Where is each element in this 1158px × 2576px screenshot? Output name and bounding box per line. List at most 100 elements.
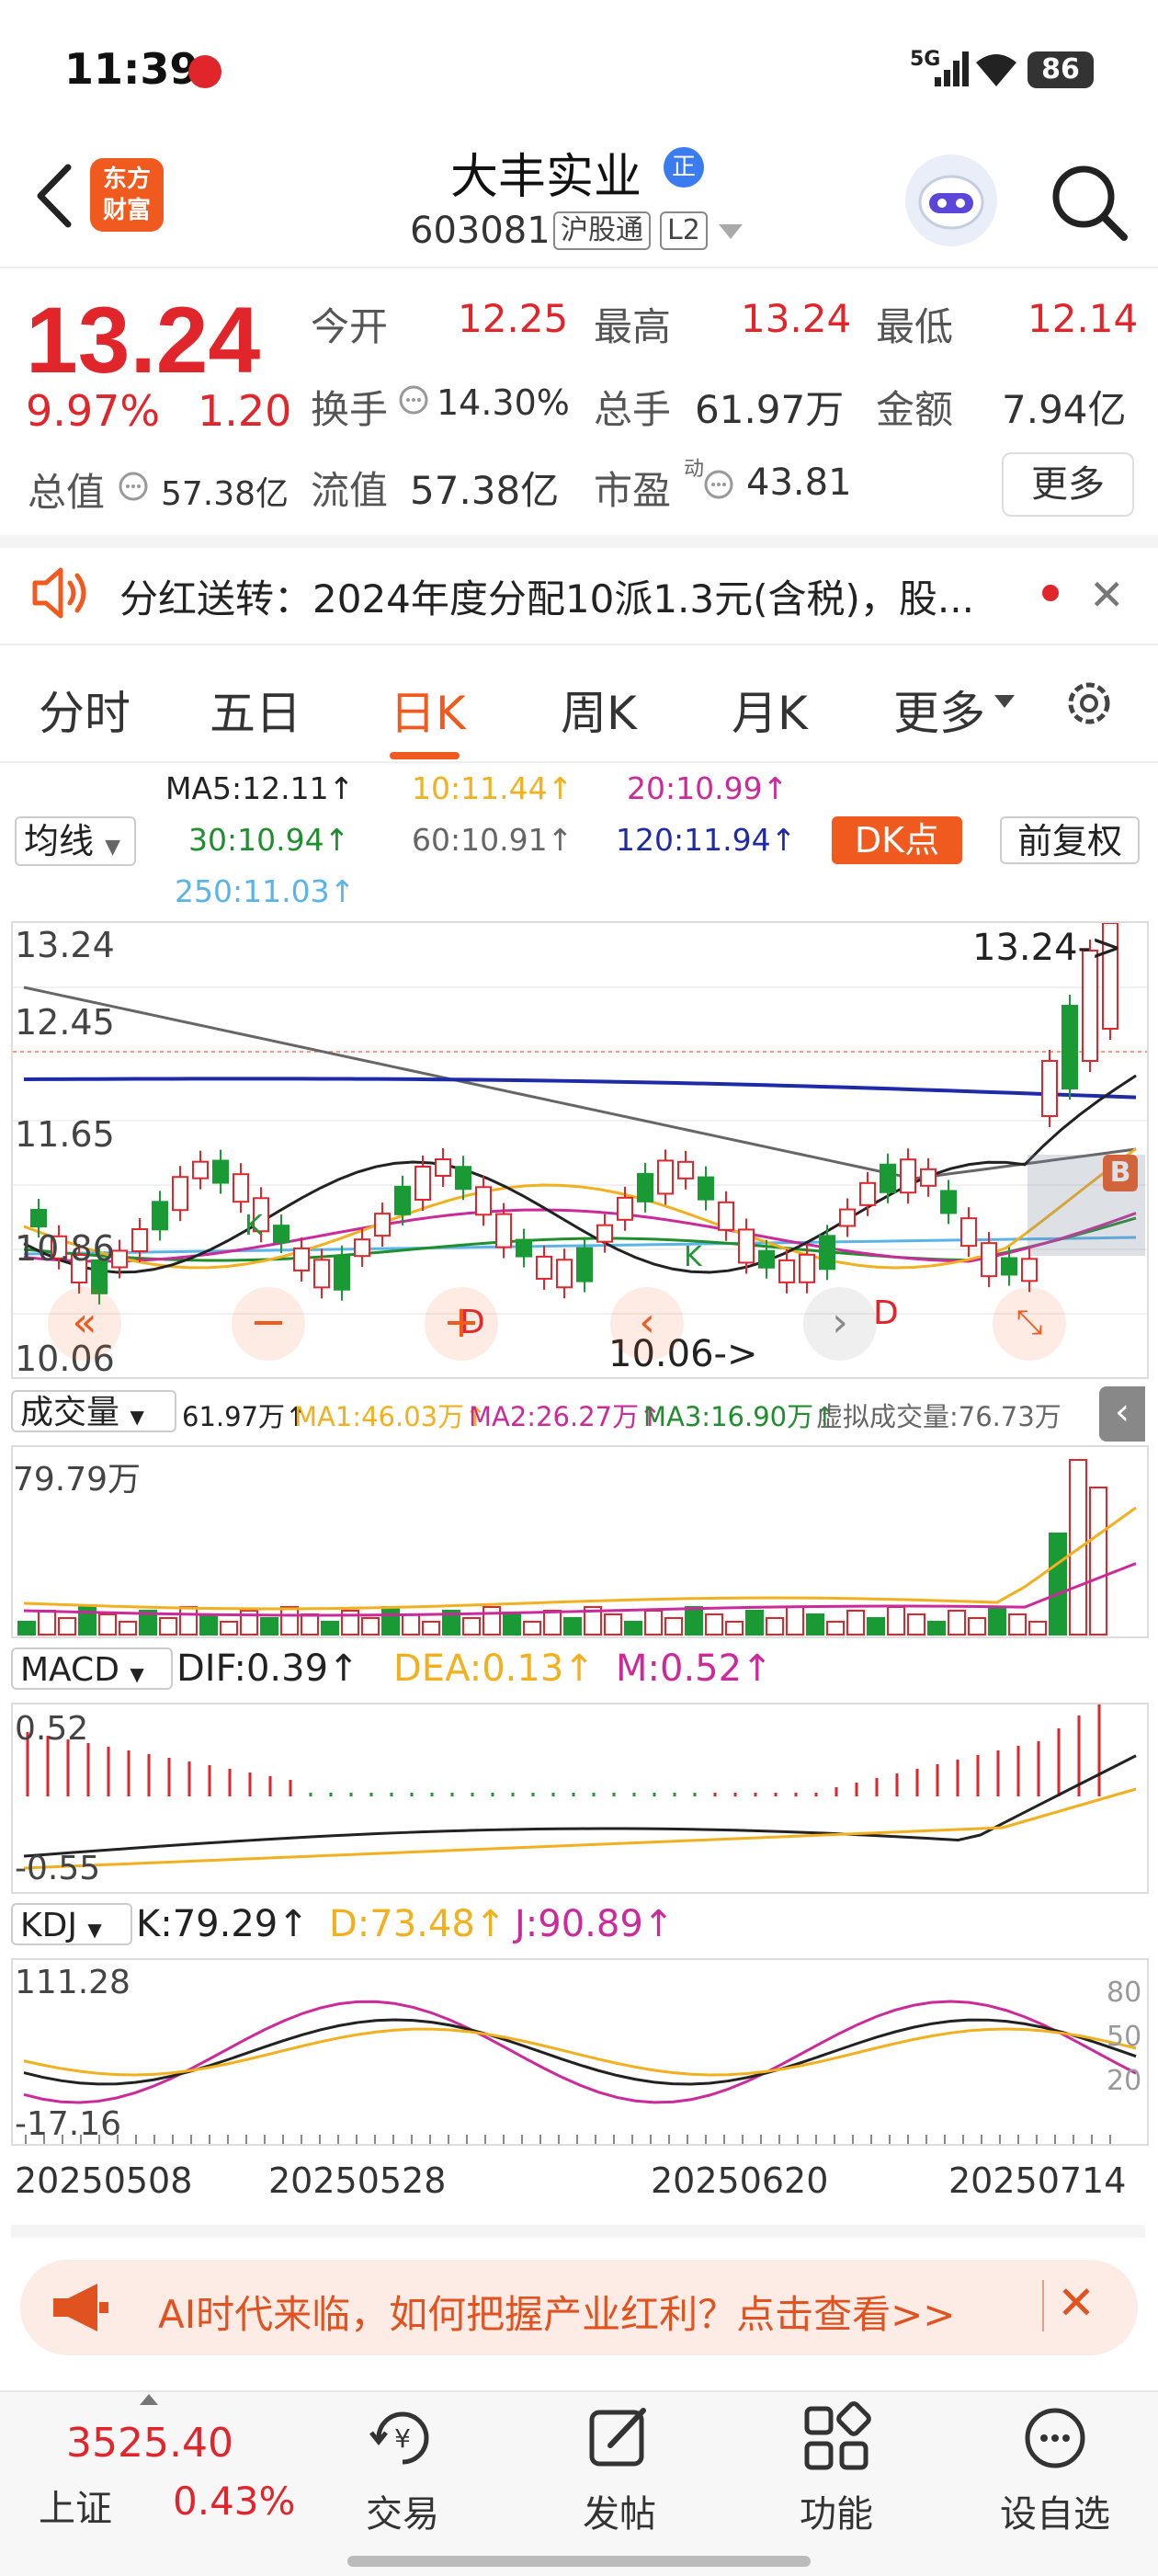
virtual-volume: 虚拟成交量:76.73万: [816, 1401, 1062, 1432]
turnover-value: 14.30%: [437, 382, 570, 423]
chevron-down-icon[interactable]: [719, 224, 743, 241]
candle-body: [1062, 1005, 1078, 1089]
volume-stat: 61.97万↑: [182, 1401, 308, 1432]
index-value[interactable]: 3525.40: [66, 2420, 233, 2467]
candle-body: [212, 1159, 229, 1184]
volume-bar: [624, 1621, 642, 1636]
volume-ma3: MA3:16.90万↑: [643, 1401, 836, 1432]
info-icon[interactable]: [118, 471, 149, 502]
candle-body: [475, 1186, 492, 1216]
app-notification-icon: [188, 55, 221, 88]
candle-body: [152, 1201, 168, 1231]
chevron-down-icon[interactable]: [994, 695, 1015, 710]
zoom-in-icon[interactable]: +: [425, 1287, 498, 1361]
kdj-selector-label: KDJ: [20, 1907, 77, 1944]
volume-bar: [766, 1617, 784, 1636]
volume-bar: [1028, 1621, 1047, 1636]
fullscreen-icon[interactable]: ⤡: [993, 1287, 1066, 1361]
ma120-line: [23, 1077, 1137, 1100]
tab-daily-k[interactable]: 日K: [390, 677, 466, 743]
zoom-out-icon[interactable]: −: [232, 1287, 305, 1361]
macd-m: M:0.52↑: [616, 1647, 773, 1690]
home-indicator: [347, 2556, 811, 2567]
candle-body: [495, 1213, 512, 1248]
candle-body: [698, 1176, 714, 1201]
close-icon[interactable]: ✕: [1089, 570, 1125, 620]
volume-bar: [907, 1613, 925, 1636]
candle-body: [1041, 1060, 1058, 1117]
volume-bar: [462, 1617, 481, 1636]
candle-body: [617, 1196, 633, 1221]
open-label: 今开: [311, 304, 389, 349]
nav-add-watchlist[interactable]: 设自选: [1000, 2484, 1110, 2537]
add-watchlist-icon[interactable]: [1018, 2401, 1092, 2475]
gear-icon[interactable]: [1062, 676, 1117, 731]
candle-body: [920, 1168, 937, 1187]
dk-point-button[interactable]: DK点: [832, 816, 962, 864]
volume-bar: [199, 1613, 218, 1636]
price-adjust-button[interactable]: 前复权: [1000, 816, 1140, 864]
volume-bar: [321, 1621, 339, 1636]
tab-five-day[interactable]: 五日: [210, 677, 301, 743]
tab-more[interactable]: 更多: [893, 677, 985, 743]
more-button[interactable]: 更多: [1002, 452, 1134, 517]
volume-bar: [1008, 1613, 1027, 1636]
tag-connect: 沪股通: [553, 211, 651, 250]
nav-trade[interactable]: 交易: [366, 2484, 439, 2537]
volume-selector[interactable]: 成交量 ▼: [11, 1390, 176, 1432]
volume-bar: [280, 1606, 299, 1636]
index-percent[interactable]: 0.43%: [173, 2479, 295, 2524]
nav-post[interactable]: 发帖: [583, 2484, 656, 2537]
macd-selector[interactable]: MACD ▼: [11, 1647, 173, 1690]
macd-canvas: [23, 1704, 1137, 1870]
highlight-zone: [1027, 1155, 1145, 1256]
kdj-chart: [11, 1958, 1149, 2146]
banner-text[interactable]: AI时代来临，如何把握产业红利？点击查看>>: [158, 2284, 956, 2340]
tab-monthly-k[interactable]: 月K: [732, 677, 808, 743]
amount-value: 7.94亿: [1002, 387, 1127, 432]
kdj-level: 50: [1107, 2021, 1142, 2053]
volume-bar: [644, 1610, 663, 1636]
info-icon[interactable]: [703, 469, 734, 500]
candle-body: [354, 1238, 370, 1258]
scroll-right-icon[interactable]: ›: [803, 1287, 877, 1361]
macd-dif: DIF:0.39↑: [176, 1647, 359, 1690]
kline-canvas: [13, 923, 1147, 1315]
kline-chart[interactable]: [11, 921, 1149, 1379]
ma-selector[interactable]: 均线 ▼: [15, 816, 136, 866]
volume-selector-label: 成交量: [20, 1394, 120, 1431]
tab-intraday[interactable]: 分时: [39, 677, 131, 743]
info-icon[interactable]: [398, 384, 429, 416]
chevron-up-icon[interactable]: [140, 2394, 158, 2405]
scroll-left-icon[interactable]: ‹: [610, 1287, 684, 1361]
y-axis-label: 10.86: [15, 1228, 115, 1269]
trade-icon[interactable]: ¥: [366, 2401, 439, 2475]
logo-line2: 财富: [102, 197, 151, 224]
post-icon[interactable]: [583, 2401, 656, 2475]
pe-label: 市盈: [594, 468, 672, 513]
candle-body: [1021, 1258, 1038, 1282]
stock-name: 大丰实业: [450, 150, 642, 205]
tab-weekly-k[interactable]: 周K: [561, 677, 637, 743]
index-name[interactable]: 上证: [39, 2479, 112, 2532]
candle-body: [273, 1225, 290, 1244]
amount-label: 金额: [876, 387, 954, 432]
close-icon[interactable]: ✕: [1057, 2276, 1096, 2330]
collapse-panel-icon[interactable]: ‹: [1099, 1386, 1145, 1442]
nav-function[interactable]: 功能: [800, 2484, 873, 2537]
robot-avatar-icon[interactable]: [905, 154, 997, 246]
scroll-left-fast-icon[interactable]: «: [48, 1287, 121, 1361]
svg-text:¥: ¥: [394, 2423, 411, 2454]
volume-bar: [119, 1621, 137, 1636]
back-icon[interactable]: [28, 154, 83, 237]
function-icon[interactable]: [800, 2401, 873, 2475]
kdj-selector[interactable]: KDJ ▼: [11, 1903, 132, 1945]
search-icon[interactable]: [1043, 156, 1135, 248]
date-label: 20250620: [651, 2160, 829, 2201]
dividend-notice[interactable]: 分红送转：2024年度分配10派1.3元(含税)，股...: [119, 568, 1020, 624]
candle-body: [900, 1158, 916, 1194]
divider: [0, 761, 1158, 763]
candle-body: [596, 1224, 613, 1243]
app-logo: 东方 财富: [90, 158, 164, 232]
volume-bar: [806, 1613, 824, 1636]
